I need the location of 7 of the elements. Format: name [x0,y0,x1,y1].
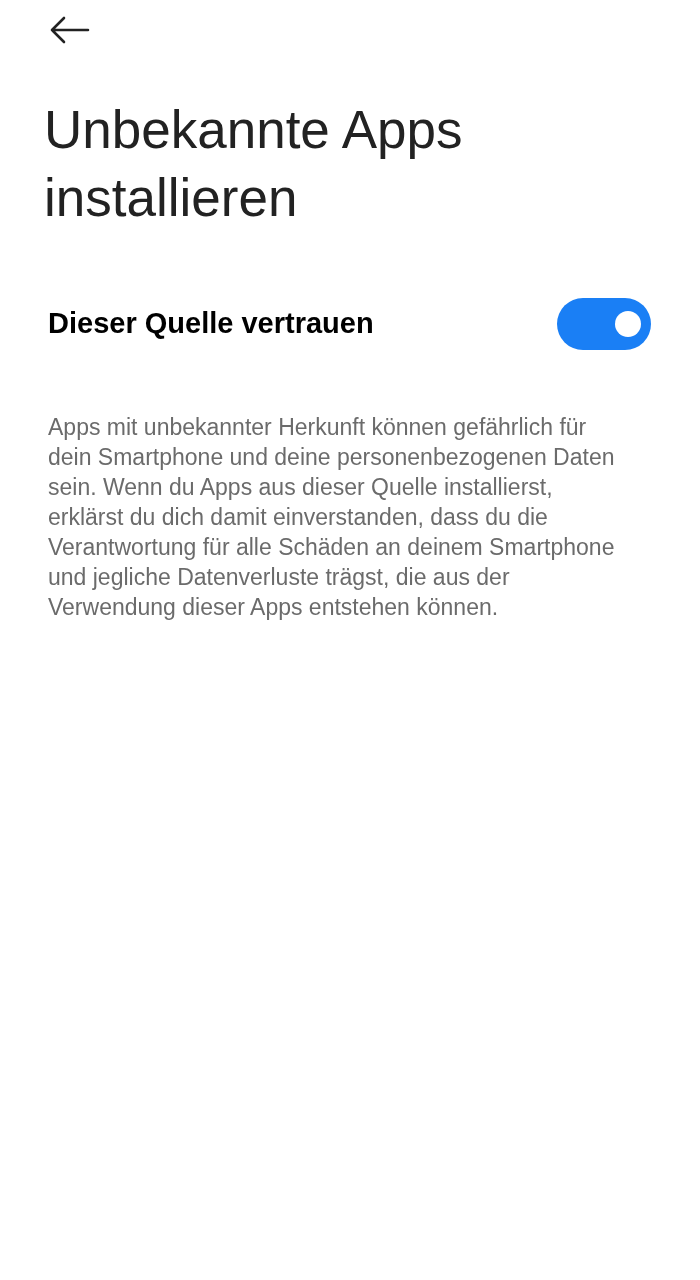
page-title: Unbekannte Apps installieren [44,99,464,229]
back-button[interactable] [50,14,90,46]
toggle-thumb [615,311,641,337]
back-arrow-icon [50,16,90,44]
toggle-switch[interactable] [557,298,651,350]
setting-label: Dieser Quelle vertrauen [48,306,374,342]
warning-description: Apps mit unbekannter Herkunft können gefährlich für dein Smartphone und deine personenbezogenen Daten sein. Wenn du Apps aus dieser Quelle installierst, erklärst du dich damit einverstanden, dass du die Verantwortung für alle Schäden an deinem Smartphone und jegliche Datenverluste trägst, die aus der Verwendung dieser Apps entstehen können. [48,413,616,622]
